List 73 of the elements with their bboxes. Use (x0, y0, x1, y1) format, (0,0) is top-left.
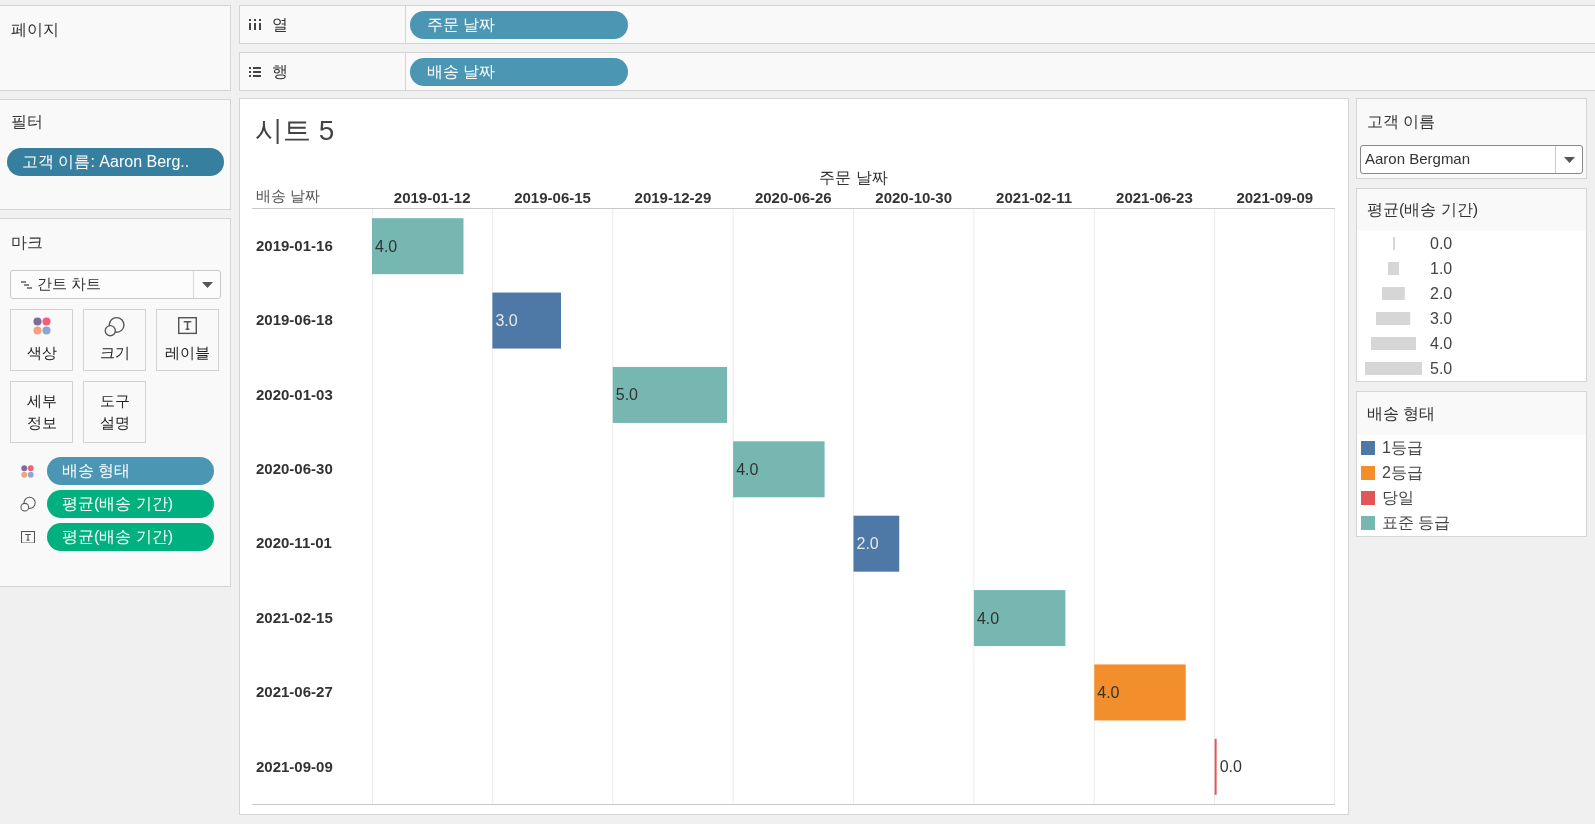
data-label: 4.0 (736, 460, 759, 478)
card-title: 고객 이름 (1366, 112, 1436, 132)
legend-label: 4.0 (1430, 333, 1453, 354)
legend-label: 표준 등급 (1382, 512, 1451, 533)
legend-label: 3.0 (1430, 308, 1453, 329)
axis-title: 배송 날짜 (256, 187, 321, 204)
legend-label: 0.0 (1430, 233, 1453, 254)
panel-title: 마크 (10, 233, 44, 253)
gantt-bar (1214, 738, 1217, 795)
gantt-bar (492, 292, 561, 349)
mark-property-button[interactable]: 레이블 (156, 309, 219, 371)
list-icon (249, 66, 261, 77)
gantt-bar (853, 515, 900, 572)
column-header: 2021-02-11 (996, 188, 1072, 208)
sheet-title: 시트 5 (254, 114, 335, 148)
columns-icon (249, 19, 261, 30)
mark-property-button[interactable]: 도구 설명 (83, 381, 146, 443)
row-header: 2020-06-30 (256, 459, 333, 480)
legend-label: 5.0 (1430, 358, 1453, 379)
column-header: 2020-06-26 (754, 188, 832, 208)
legend-label: 2.0 (1430, 283, 1453, 304)
data-label: 4.0 (976, 609, 1000, 627)
shelf-label: 행 (272, 61, 288, 82)
data-label: 0.0 (1219, 758, 1242, 776)
column-header: 2019-06-15 (514, 188, 591, 208)
size-bar-icon (1365, 362, 1422, 375)
color-dots-icon (21, 464, 34, 478)
size-bar-icon (1370, 337, 1417, 350)
row-header: 2021-02-15 (256, 607, 333, 628)
shelf-label: 열 (272, 14, 288, 35)
row-header: 2021-09-09 (256, 756, 333, 777)
legend-label: 2등급 (1382, 462, 1423, 483)
text-box-icon (178, 317, 197, 335)
data-label: 2.0 (856, 535, 879, 553)
size-bar-icon (1392, 237, 1395, 250)
circles-icon (104, 315, 125, 337)
legend-label: 당일 (1382, 487, 1414, 508)
column-header: 2021-06-23 (1116, 188, 1193, 208)
text-box-icon (20, 530, 35, 544)
legend-label: 1등급 (1382, 437, 1423, 458)
size-bar-icon (1376, 312, 1411, 325)
data-label: 5.0 (615, 386, 638, 404)
column-header: 2019-01-12 (393, 188, 471, 208)
column-header: 2021-09-09 (1236, 188, 1314, 208)
circles-icon (19, 496, 36, 512)
mark-property-button[interactable]: 세부 정보 (10, 381, 73, 443)
gantt-icon (21, 280, 32, 289)
column-header: 2020-10-30 (875, 188, 953, 208)
color-dots-icon (32, 317, 51, 335)
legend-title: 배송 형태 (1367, 403, 1436, 424)
column-header: 2019-12-29 (634, 188, 712, 208)
row-header: 2019-06-18 (256, 310, 333, 331)
axis-title: 주문 날짜 (818, 169, 889, 187)
size-bar-icon (1382, 287, 1405, 300)
data-label: 4.0 (375, 237, 398, 255)
data-label: 4.0 (1097, 683, 1120, 701)
panel-title: 페이지 (11, 21, 59, 38)
data-label: 3.0 (495, 312, 518, 330)
row-header: 2020-11-01 (256, 533, 332, 554)
caret-icon (201, 281, 213, 288)
caret-icon (1563, 156, 1575, 163)
filter-pill[interactable]: 고객 이름: Aaron Berg.. (7, 148, 224, 176)
size-bar-icon (1387, 262, 1400, 275)
mark-property-button[interactable]: 크기 (83, 309, 146, 371)
row-header: 2019-01-16 (256, 235, 333, 256)
customer-dropdown[interactable]: Aaron Bergman (1360, 145, 1583, 174)
legend-label: 1.0 (1430, 258, 1453, 279)
panel-title: 필터 (10, 112, 44, 132)
row-header: 2021-06-27 (256, 682, 333, 703)
row-header: 2020-01-03 (256, 384, 333, 405)
mark-type-dropdown[interactable]: 간트 차트 (10, 270, 221, 299)
legend-title: 평균(배송 기간) (1367, 200, 1479, 220)
mark-property-button[interactable]: 색상 (10, 309, 73, 371)
